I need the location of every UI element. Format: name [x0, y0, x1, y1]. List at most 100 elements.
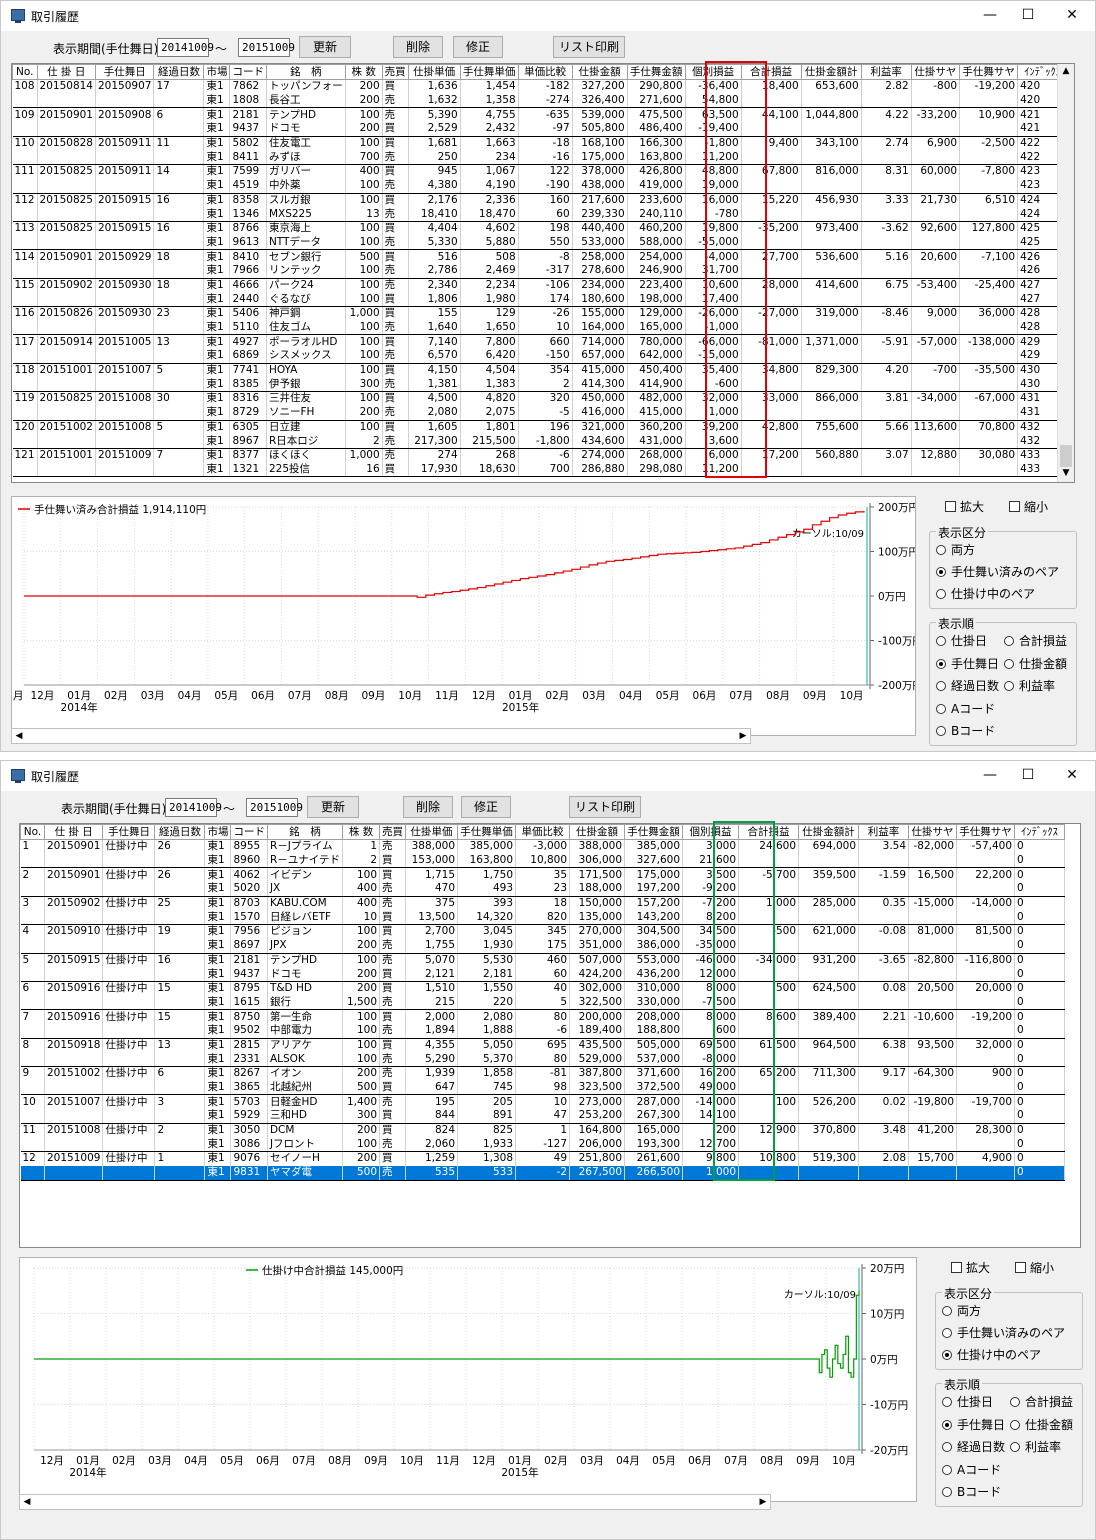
table-row[interactable]: 東1 1346 MXS225 13 売 18,410 18,470 60 239,330 240,…: [12, 207, 1069, 222]
table-row[interactable]: 118 20151001 20151007 5 東1 7741 HOYA 100 買 4,150 4…: [12, 363, 1069, 378]
radio-dot[interactable]: [942, 1306, 952, 1316]
order-radio[interactable]: Bコード: [942, 1483, 1001, 1500]
radio-dot[interactable]: [1004, 658, 1014, 669]
column-header[interactable]: 利益率: [860, 64, 912, 80]
column-header[interactable]: 手仕舞単価: [459, 64, 519, 80]
checkbox-box[interactable]: [1009, 501, 1020, 512]
radio-dot[interactable]: [1010, 1419, 1020, 1430]
radio-dot[interactable]: [942, 1328, 952, 1338]
mode-radio[interactable]: 両方: [936, 541, 975, 558]
period-from-input[interactable]: 20141009: [165, 798, 222, 817]
table-row[interactable]: 11 20151008 仕掛け中 2 東1 3050 DCM 200 買 824 825 1 164,8…: [20, 1123, 1066, 1138]
maximize-button[interactable]: ☐: [1017, 5, 1039, 25]
table-row[interactable]: 東1 1321 225投信 16 買 17,930 18,630 700 286,880 298,…: [12, 462, 1069, 478]
column-header[interactable]: 銘 柄: [266, 824, 344, 840]
table-row[interactable]: 東1 8385 伊予銀 300 売 1,381 1,383 2 414,300 414,900 -6…: [12, 377, 1069, 393]
order-radio[interactable]: 合計損益: [1004, 632, 1067, 649]
table-row[interactable]: 東1 1808 長谷工 200 売 1,632 1,358 -274 326,400 271,60…: [12, 93, 1069, 109]
pnl-chart[interactable]: 200万円 100万円 0万円 -100万円 -200万円 12月 01月 02月 03月 04月…: [11, 496, 923, 736]
radio-dot[interactable]: [1010, 1442, 1020, 1452]
print-list-button[interactable]: リスト印刷: [569, 796, 641, 818]
radio-dot[interactable]: [1004, 681, 1014, 691]
radio-dot[interactable]: [942, 1350, 952, 1360]
column-header[interactable]: 経過日数: [153, 64, 205, 80]
radio-dot[interactable]: [936, 636, 946, 646]
zoom-out-checkbox[interactable]: 縮小: [1015, 1259, 1054, 1276]
table-row[interactable]: 東1 7966 リンテック 100 売 2,786 2,469 -317 278,600 246,…: [12, 263, 1069, 279]
scroll-left-arrow[interactable]: ◀: [13, 730, 25, 742]
column-header[interactable]: 手仕舞金額: [626, 64, 686, 80]
close-button[interactable]: ✕: [1061, 5, 1083, 25]
scroll-right-arrow[interactable]: ▶: [757, 1496, 769, 1508]
table-row[interactable]: 114 20150901 20150929 18 東1 8410 セブン銀行 500 買 516 5…: [12, 249, 1069, 264]
order-radio[interactable]: Bコード: [936, 722, 995, 739]
table-row[interactable]: 東1 9502 中部電力 100 売 1,894 1,888 -6 189,400 188,800…: [20, 1023, 1066, 1039]
refresh-button[interactable]: 更新: [299, 36, 351, 58]
mode-radio[interactable]: 両方: [942, 1302, 981, 1319]
table-row[interactable]: 8 20150918 仕掛け中 13 東1 2815 アリアケ 100 買 4,355 5,050 6…: [20, 1038, 1066, 1053]
period-from-input[interactable]: 20141009: [157, 38, 214, 57]
order-radio[interactable]: 経過日数: [942, 1438, 1005, 1455]
column-header[interactable]: 仕 掛 日: [43, 824, 104, 840]
zoom-out-checkbox[interactable]: 縮小: [1009, 498, 1048, 515]
trade-grid[interactable]: No. 仕 掛 日手仕舞日 経過日数 市場 コード銘 柄株 数売買 仕掛単価 手仕舞単価 単価…: [19, 823, 1081, 1248]
column-header[interactable]: 銘 柄: [265, 64, 346, 80]
column-header[interactable]: 仕掛金額計: [800, 64, 862, 80]
table-row[interactable]: 5 20150915 仕掛け中 16 東1 2181 テンプHD 100 売 5,070 5,530…: [20, 953, 1066, 968]
horizontal-scrollbar[interactable]: ◀ ▶: [19, 1494, 771, 1510]
minimize-button[interactable]: —: [979, 5, 1001, 25]
mode-radio[interactable]: 手仕舞い済みのペア: [936, 563, 1059, 580]
radio-dot[interactable]: [942, 1487, 952, 1497]
maximize-button[interactable]: ☐: [1017, 765, 1039, 785]
scroll-left-arrow[interactable]: ◀: [21, 1496, 33, 1508]
column-header[interactable]: 仕掛サヤ: [908, 824, 958, 840]
order-radio[interactable]: 利益率: [1010, 1438, 1061, 1455]
radio-dot[interactable]: [936, 658, 946, 669]
table-row[interactable]: 東1 5929 三和HD 300 買 844 891 47 253,200 267,300 14,1…: [20, 1109, 1066, 1124]
radio-dot[interactable]: [1010, 1397, 1020, 1407]
radio-dot[interactable]: [942, 1397, 952, 1407]
table-row[interactable]: 東1 6869 シスメックス 100 売 6,570 6,420 -150 657,000 642…: [12, 349, 1069, 364]
delete-button[interactable]: 削除: [403, 796, 453, 818]
column-header[interactable]: 売買: [379, 824, 407, 840]
table-row[interactable]: 東1 3086 Jフロント 100 売 2,060 1,933 -127 206,000 193,…: [20, 1137, 1066, 1153]
radio-dot[interactable]: [936, 681, 946, 691]
table-row[interactable]: 2 20150901 仕掛け中 26 東1 4062 イビデン 100 買 1,715 1,750 3…: [20, 867, 1066, 883]
order-radio[interactable]: 仕掛金額: [1010, 1416, 1073, 1433]
table-row[interactable]: 東1 9831 ヤマダ電 500 売 535 533 -2 267,500 266,500 1,00…: [20, 1165, 1066, 1181]
order-radio[interactable]: 経過日数: [936, 677, 999, 694]
horizontal-scrollbar[interactable]: ◀ ▶: [11, 728, 751, 744]
column-header[interactable]: 株 数: [342, 824, 381, 840]
radio-dot[interactable]: [942, 1442, 952, 1452]
table-row[interactable]: 東1 2331 ALSOK 100 売 5,290 5,370 80 529,000 537,00…: [20, 1052, 1066, 1068]
column-header[interactable]: ｲﾝﾃﾞｯｸｽ: [1014, 824, 1066, 840]
column-header[interactable]: 手仕舞金額: [624, 824, 684, 840]
column-header[interactable]: 手仕舞サヤ: [959, 64, 1019, 80]
order-radio[interactable]: 仕掛日: [936, 632, 987, 649]
table-row[interactable]: 東1 9613 NTTデータ 100 売 5,330 5,880 550 533,000 588,…: [12, 235, 1069, 251]
column-header[interactable]: 単価比較: [515, 824, 571, 840]
close-button[interactable]: ✕: [1061, 765, 1083, 785]
radio-dot[interactable]: [936, 703, 946, 714]
column-header[interactable]: コード: [230, 824, 268, 840]
checkbox-box[interactable]: [945, 501, 956, 512]
table-row[interactable]: 東1 1570 日経レバETF 10 買 13,500 14,320 820 135,000 14…: [20, 910, 1066, 926]
mode-radio[interactable]: 仕掛け中のペア: [936, 585, 1035, 602]
column-header[interactable]: 市場: [203, 64, 231, 80]
table-row[interactable]: 109 20150901 20150908 6 東1 2181 テンプHD 100 売 5,390…: [12, 107, 1069, 123]
table-row[interactable]: 108 20150814 20150907 17 東1 7862 トッパンフォー 200 買 1,…: [12, 79, 1069, 94]
order-radio[interactable]: 仕掛金額: [1004, 655, 1067, 672]
table-row[interactable]: 3 20150902 仕掛け中 25 東1 8703 KABU.COM 400 売 375 393 1…: [20, 896, 1066, 911]
order-radio[interactable]: 利益率: [1004, 677, 1055, 694]
table-row[interactable]: 119 20150825 20151008 30 東1 8316 三井住友 100 買 4,500…: [12, 391, 1069, 406]
order-radio[interactable]: 仕掛日: [942, 1393, 993, 1410]
column-header[interactable]: 売買: [381, 64, 409, 80]
table-row[interactable]: 1 20150901 仕掛け中 26 東1 8955 R－Jプライム 1 売 388,000 385…: [20, 839, 1066, 854]
table-row[interactable]: 東1 4519 中外薬 100 売 4,380 4,190 -190 438,000 419,00…: [12, 178, 1069, 194]
pnl-chart[interactable]: 20万円 10万円 0万円 -10万円 -20万円 12月 01月 02月 03月 04月 05月 0…: [19, 1257, 917, 1502]
table-row[interactable]: 112 20150825 20150915 16 東1 8358 スルガ銀 100 買 2,176…: [12, 193, 1069, 208]
table-row[interactable]: 7 20150916 仕掛け中 15 東1 8750 第一生命 100 買 2,000 2,080 8…: [20, 1009, 1066, 1024]
column-header[interactable]: コード: [229, 64, 267, 80]
column-header[interactable]: 仕 掛 日: [36, 64, 97, 80]
table-row[interactable]: 東1 8729 ソニーFH 200 売 2,080 2,075 -5 416,000 415,00…: [12, 405, 1069, 421]
